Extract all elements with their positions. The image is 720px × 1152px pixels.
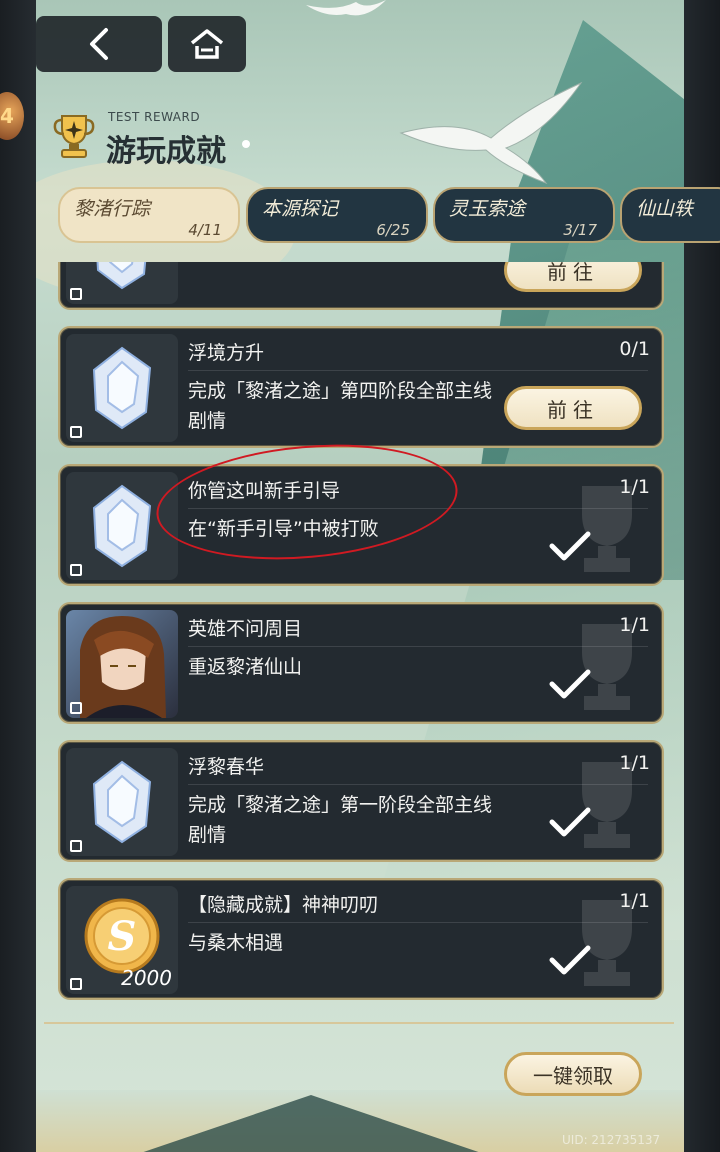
tab-label: 仙山轶: [636, 198, 694, 220]
goto-button-label: 前往: [547, 262, 599, 284]
achievement-description: 重返黎渚仙山: [188, 656, 303, 678]
crane-icon-top: [306, 0, 386, 16]
tab-label: 灵玉索途: [449, 198, 526, 220]
achievement-description: 与桑木相遇: [188, 932, 284, 954]
claim-all-button[interactable]: 一键领取: [504, 1052, 642, 1096]
crystal-icon: [66, 748, 178, 856]
coin-icon: S 2000: [66, 886, 178, 994]
divider: [188, 370, 648, 371]
title-decoration-dot: [242, 140, 250, 148]
tab-label: 黎渚行踪: [74, 198, 151, 220]
achievement-list[interactable]: 前往 浮境方升 0/1 完成「黎渚之途」第四阶段全部主线剧情 前往 你管这叫新手…: [36, 262, 684, 1042]
achievement-card: S 2000 【隐藏成就】神神叨叨 1/1 与桑木相遇: [58, 878, 664, 1000]
tab-count: 6/25: [376, 221, 410, 239]
achievement-card: 浮黎春华 1/1 完成「黎渚之途」第一阶段全部主线剧情: [58, 740, 664, 862]
footer-divider: [44, 1022, 674, 1024]
page-subtitle: TEST REWARD: [108, 110, 201, 124]
crystal-icon: [66, 334, 178, 442]
achievement-title: 浮境方升: [188, 342, 265, 364]
checkmark-icon: [549, 669, 591, 699]
tab-lizhu-traces[interactable]: 黎渚行踪 4/11: [58, 187, 240, 243]
svg-text:S: S: [108, 913, 137, 960]
checkmark-icon: [549, 945, 591, 975]
left-side-bar: 4: [0, 0, 36, 1152]
select-checkbox[interactable]: [70, 978, 82, 990]
crystal-icon: [66, 262, 178, 304]
goto-button[interactable]: 前往: [504, 386, 642, 430]
reward-amount: 2000: [121, 966, 172, 990]
select-checkbox[interactable]: [70, 702, 82, 714]
tab-origin-exploration[interactable]: 本源探记 6/25: [246, 187, 428, 243]
tab-label: 本源探记: [262, 198, 339, 220]
achievement-card: 英雄不问周目 1/1 重返黎渚仙山: [58, 602, 664, 724]
home-button[interactable]: [168, 16, 246, 72]
achievement-title: 英雄不问周目: [188, 618, 303, 640]
goto-button-label: 前往: [547, 397, 599, 422]
right-side-bar: [684, 0, 720, 1152]
tab-spirit-jade[interactable]: 灵玉索途 3/17: [433, 187, 615, 243]
back-button[interactable]: [36, 16, 162, 72]
side-avatar-badge[interactable]: 4: [0, 92, 24, 140]
chevron-left-icon: [90, 28, 108, 60]
achievement-card: 浮境方升 0/1 完成「黎渚之途」第四阶段全部主线剧情 前往: [58, 326, 664, 448]
achievement-title: 浮黎春华: [188, 756, 265, 778]
side-badge-text: 4: [0, 104, 14, 128]
achievement-description: 完成「黎渚之途」第一阶段全部主线剧情: [188, 794, 493, 846]
tab-immortal-mountain[interactable]: 仙山轶: [620, 187, 720, 243]
tab-count: 4/11: [188, 221, 222, 239]
crane-icon: [399, 81, 583, 185]
achievement-title: 【隐藏成就】神神叨叨: [188, 894, 379, 916]
character-portrait: [66, 610, 178, 718]
tab-count: 3/17: [563, 221, 597, 239]
achievement-card: 前往: [58, 262, 664, 310]
select-checkbox[interactable]: [70, 840, 82, 852]
select-checkbox[interactable]: [70, 564, 82, 576]
trophy-icon: [53, 115, 95, 158]
select-checkbox[interactable]: [70, 426, 82, 438]
achievement-progress: 0/1: [619, 338, 650, 360]
page-title: 游玩成就: [106, 134, 226, 169]
checkmark-icon: [549, 531, 591, 561]
checkmark-icon: [549, 807, 591, 837]
claim-all-label: 一键领取: [533, 1063, 613, 1088]
uid-label: UID: 212735137: [562, 1133, 661, 1147]
select-checkbox[interactable]: [70, 288, 82, 300]
home-icon: [190, 29, 224, 59]
goto-button[interactable]: 前往: [504, 262, 642, 292]
achievement-description: 完成「黎渚之途」第四阶段全部主线剧情: [188, 380, 493, 432]
